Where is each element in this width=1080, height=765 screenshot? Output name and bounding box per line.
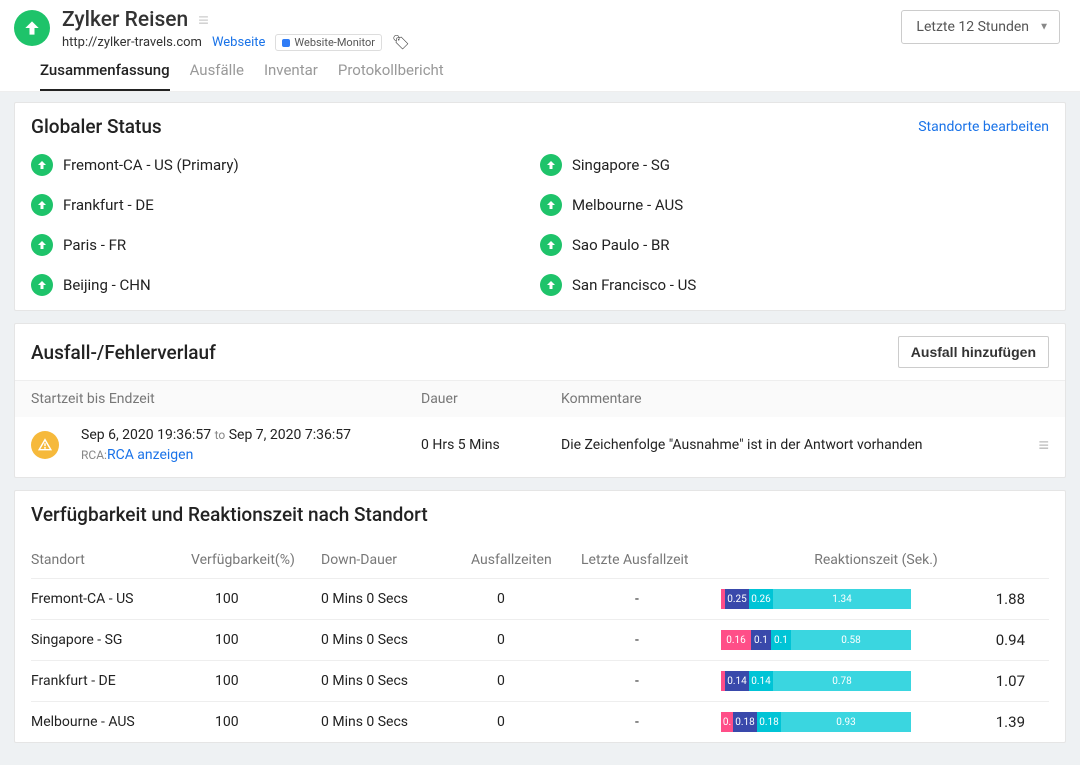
col-duration: Dauer <box>421 391 561 407</box>
location-item[interactable]: Singapore - SG <box>540 154 1049 176</box>
cell-down: 0 Mins 0 Secs <box>321 673 471 689</box>
tag-icon[interactable]: 🏷 <box>392 35 410 51</box>
cell-location: Frankfurt - DE <box>31 673 191 689</box>
location-name: Paris - FR <box>63 236 126 254</box>
location-name: San Francisco - US <box>572 276 696 294</box>
col-response-time: Reaktionszeit (Sek.) <box>721 552 1031 568</box>
location-item[interactable]: Frankfurt - DE <box>31 194 540 216</box>
location-item[interactable]: Beijing - CHN <box>31 274 540 296</box>
status-up-icon <box>14 10 50 46</box>
location-item[interactable]: Melbourne - AUS <box>540 194 1049 216</box>
cell-location: Singapore - SG <box>31 632 191 648</box>
table-row: Frankfurt - DE1000 Mins 0 Secs0-0.140.14… <box>31 660 1049 701</box>
col-availability: Verfügbarkeit(%) <box>191 552 321 568</box>
monitor-type-badge: Website-Monitor <box>275 34 382 51</box>
cell-last: - <box>581 673 721 689</box>
rca-link[interactable]: RCA anzeigen <box>107 447 193 463</box>
status-up-icon <box>31 274 53 296</box>
cell-outages: 0 <box>471 673 581 689</box>
outage-rca: RCA:RCA anzeigen <box>81 447 421 463</box>
location-name: Sao Paulo - BR <box>572 236 670 254</box>
status-up-icon <box>540 234 562 256</box>
add-outage-button[interactable]: Ausfall hinzufügen <box>898 336 1049 368</box>
location-name: Beijing - CHN <box>63 276 151 294</box>
cell-down: 0 Mins 0 Secs <box>321 714 471 730</box>
edit-locations-link[interactable]: Standorte bearbeiten <box>918 119 1049 135</box>
outage-history-card: Ausfall-/Fehlerverlauf Ausfall hinzufüge… <box>14 323 1066 478</box>
location-name: Melbourne - AUS <box>572 196 683 214</box>
response-time-bar: 0.250.261.34 <box>721 589 911 609</box>
table-row: Singapore - SG1000 Mins 0 Secs0-0.160.10… <box>31 619 1049 660</box>
global-status-title: Globaler Status <box>31 115 162 138</box>
outage-comment: Die Zeichenfolge "Ausnahme" ist in der A… <box>561 437 1019 453</box>
cell-availability: 100 <box>191 714 321 730</box>
cell-outages: 0 <box>471 632 581 648</box>
tab-outages[interactable]: Ausfälle <box>190 61 244 91</box>
cell-outages: 0 <box>471 591 581 607</box>
website-link[interactable]: Webseite <box>212 35 265 50</box>
col-outage-count: Ausfallzeiten <box>471 552 581 568</box>
cell-location: Melbourne - AUS <box>31 714 191 730</box>
col-time: Startzeit bis Endzeit <box>31 391 421 407</box>
page-title: Zylker Reisen <box>62 8 188 32</box>
cell-location: Fremont-CA - US <box>31 591 191 607</box>
location-item[interactable]: San Francisco - US <box>540 274 1049 296</box>
cell-outages: 0 <box>471 714 581 730</box>
status-up-icon <box>31 194 53 216</box>
status-up-icon <box>540 194 562 216</box>
col-last-outage: Letzte Ausfallzeit <box>581 552 721 568</box>
col-comments: Kommentare <box>561 391 1049 407</box>
cell-rt-total: 1.07 <box>971 672 1031 690</box>
cell-down: 0 Mins 0 Secs <box>321 591 471 607</box>
chevron-down-icon: ▼ <box>1039 22 1049 33</box>
outage-time: Sep 6, 2020 19:36:57 to Sep 7, 2020 7:36… <box>81 427 421 443</box>
status-up-icon <box>540 154 562 176</box>
status-up-icon <box>31 234 53 256</box>
table-row: Melbourne - AUS1000 Mins 0 Secs0-0.0.180… <box>31 701 1049 742</box>
global-status-card: Globaler Status Standorte bearbeiten Fre… <box>14 102 1066 311</box>
cell-last: - <box>581 591 721 607</box>
cell-rt-total: 0.94 <box>971 631 1031 649</box>
col-down-duration: Down-Dauer <box>321 552 471 568</box>
status-up-icon <box>540 274 562 296</box>
tab-summary[interactable]: Zusammenfassung <box>40 61 170 91</box>
tab-inventory[interactable]: Inventar <box>264 61 318 91</box>
cell-availability: 100 <box>191 673 321 689</box>
location-name: Frankfurt - DE <box>63 196 154 214</box>
availability-card: Verfügbarkeit und Reaktionszeit nach Sta… <box>14 490 1066 743</box>
time-period-select[interactable]: Letzte 12 Stunden ▼ <box>901 10 1060 44</box>
status-up-icon <box>31 154 53 176</box>
location-name: Fremont-CA - US (Primary) <box>63 156 239 174</box>
menu-icon[interactable]: ≡ <box>198 10 209 31</box>
location-item[interactable]: Paris - FR <box>31 234 540 256</box>
outage-title: Ausfall-/Fehlerverlauf <box>31 341 216 364</box>
response-time-bar: 0.140.140.78 <box>721 671 911 691</box>
cell-rt-total: 1.39 <box>971 713 1031 731</box>
outage-duration: 0 Hrs 5 Mins <box>421 437 561 453</box>
location-item[interactable]: Sao Paulo - BR <box>540 234 1049 256</box>
availability-title: Verfügbarkeit und Reaktionszeit nach Sta… <box>31 503 1049 526</box>
cell-last: - <box>581 632 721 648</box>
location-name: Singapore - SG <box>572 156 670 174</box>
warning-icon <box>31 431 59 459</box>
cell-availability: 100 <box>191 632 321 648</box>
location-item[interactable]: Fremont-CA - US (Primary) <box>31 154 540 176</box>
outage-row-menu-icon[interactable]: ≡ <box>1019 435 1049 456</box>
cell-availability: 100 <box>191 591 321 607</box>
cell-last: - <box>581 714 721 730</box>
table-row: Fremont-CA - US1000 Mins 0 Secs0-0.250.2… <box>31 578 1049 619</box>
tabs: Zusammenfassung Ausfälle Inventar Protok… <box>0 51 1080 92</box>
monitor-url: http://zylker-travels.com <box>62 35 202 50</box>
response-time-bar: 0.160.10.10.58 <box>721 630 911 650</box>
col-location: Standort <box>31 552 191 568</box>
cell-down: 0 Mins 0 Secs <box>321 632 471 648</box>
response-time-bar: 0.0.180.180.93 <box>721 712 911 732</box>
tab-log-report[interactable]: Protokollbericht <box>338 61 444 91</box>
cell-rt-total: 1.88 <box>971 590 1031 608</box>
